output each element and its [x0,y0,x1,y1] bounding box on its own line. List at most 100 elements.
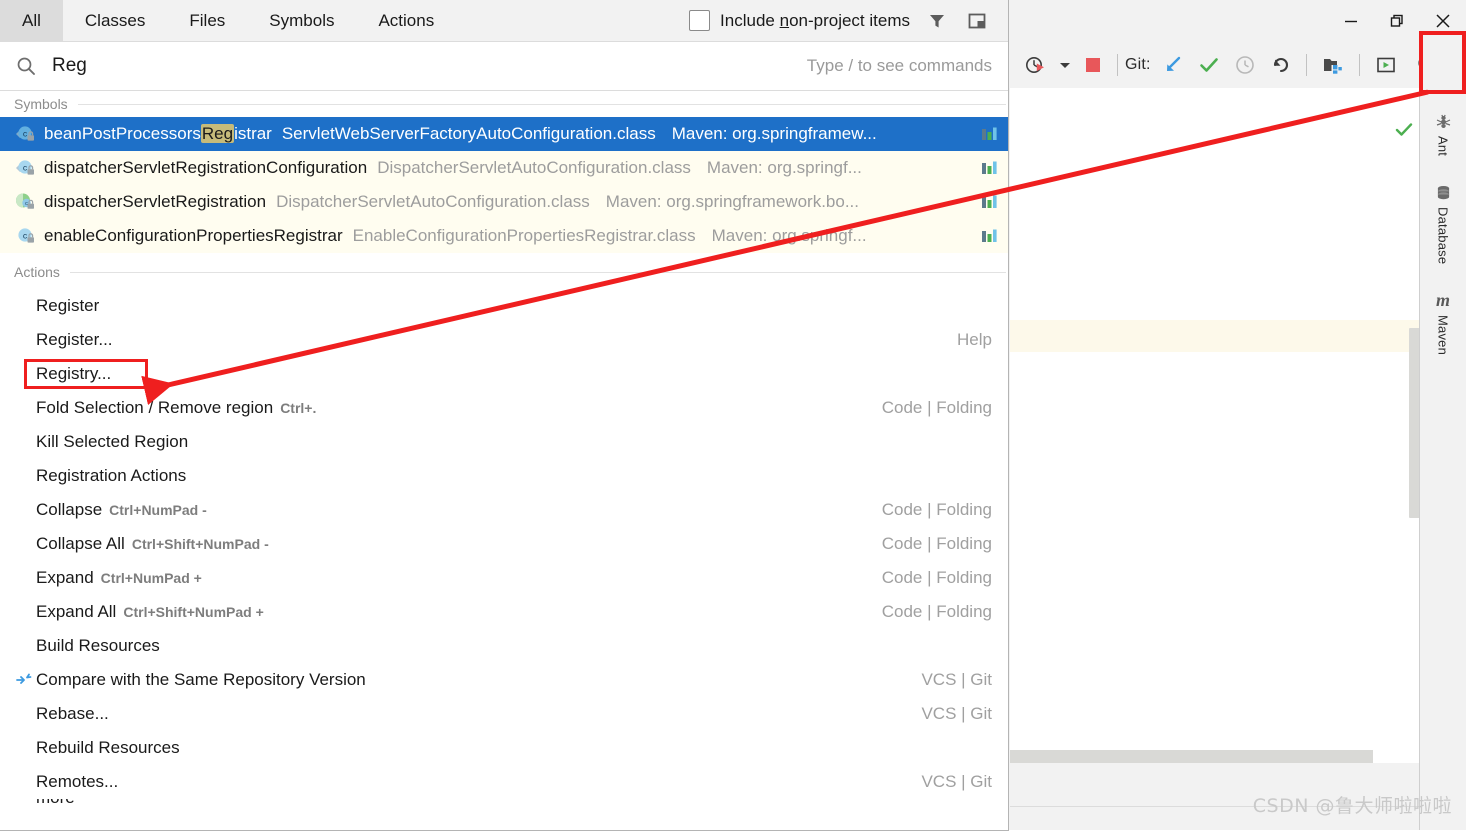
symbol-module: Maven: org.springf... [711,226,867,245]
action-label: Expand All [36,602,117,621]
toolbar-separator [1117,53,1118,76]
registry-item-highlight [24,359,148,389]
action-label: Remotes... [36,772,119,791]
ide-toolbar: Git: [1010,41,1466,89]
sidebar-item-label-database: Database [1435,207,1451,265]
list-item[interactable]: Registration Actions [0,459,1008,493]
tab-symbols[interactable]: Symbols [247,0,356,41]
list-item[interactable]: Rebase... VCS | Git [0,697,1008,731]
minimize-icon[interactable] [1328,0,1374,41]
commit-icon[interactable] [1191,41,1227,88]
tab-actions[interactable]: Actions [356,0,456,41]
action-label: Fold Selection / Remove region [36,398,274,417]
label-part-before: Include [720,10,780,30]
run-with-profiler-icon[interactable] [1018,41,1054,88]
symbol-name: enableConfigurationPropertiesRegistrar [44,226,343,245]
restore-icon[interactable] [1374,0,1420,41]
section-rule-2 [69,271,1006,273]
action-group: Help [957,330,992,349]
screen-root: Git: Ant Database m Maven CSDN @鲁大师啦啦啦 A… [0,0,1466,831]
search-commands-hint: Type / to see commands [806,56,992,75]
history-icon[interactable] [1227,41,1263,88]
method-locked-icon: c [14,191,44,213]
list-item[interactable]: c beanPostProcessorsRegistrar ServletWeb… [0,117,1008,151]
action-shortcut: Ctrl+NumPad - [109,502,207,518]
module-library-icon [980,159,1008,177]
preview-panel-icon[interactable] [964,8,990,34]
action-group: VCS | Git [921,670,992,689]
action-label: Rebase... [36,704,109,723]
action-shortcut: Ctrl+NumPad + [100,570,202,586]
search-everywhere-highlight [1419,31,1466,94]
action-label: Collapse All [36,534,125,553]
include-non-project-checkbox[interactable]: Include non-project items [689,10,910,31]
list-item[interactable]: Expand Ctrl+NumPad + Code | Folding [0,561,1008,595]
list-item[interactable]: Expand All Ctrl+Shift+NumPad + Code | Fo… [0,595,1008,629]
section-title-symbols: Symbols [14,96,68,112]
list-item-clipped[interactable]: more [0,799,1008,809]
sidebar-item-ant[interactable]: Ant [1420,103,1466,156]
section-header-symbols: Symbols [0,91,1008,117]
action-group: Code | Folding [881,500,992,519]
class-locked-icon: c [14,157,44,179]
project-structure-icon[interactable] [1314,41,1352,88]
list-item[interactable]: Collapse Ctrl+NumPad - Code | Folding [0,493,1008,527]
action-group: Code | Folding [881,534,992,553]
editor-horizontal-scrollbar[interactable] [1010,750,1373,763]
module-library-icon [980,227,1008,245]
search-everywhere-popup: All Classes Files Symbols Actions Includ… [0,0,1009,831]
sidebar-item-maven[interactable]: m Maven [1420,282,1466,356]
list-item[interactable]: c dispatcherServletRegistrationConfigura… [0,151,1008,185]
action-label: Expand [36,568,94,587]
database-icon [1435,182,1452,202]
svg-text:c: c [23,162,28,172]
symbol-file: DispatcherServletAutoConfiguration.class [377,158,691,177]
svg-text:c: c [23,230,28,240]
stop-icon[interactable] [1076,41,1110,88]
action-group: VCS | Git [921,704,992,723]
list-item[interactable]: Collapse All Ctrl+Shift+NumPad - Code | … [0,527,1008,561]
tab-classes[interactable]: Classes [63,0,167,41]
inspections-ok-icon[interactable] [1394,120,1414,145]
search-row[interactable]: Reg Type / to see commands [0,42,1008,91]
sidebar-item-database[interactable]: Database [1420,174,1466,264]
action-label: Register... [36,330,113,349]
list-item[interactable]: Register... Help [0,323,1008,357]
filter-icon[interactable] [924,8,950,34]
list-item[interactable]: Remotes... VCS | Git [0,765,1008,799]
search-input[interactable]: Reg [52,55,87,77]
action-shortcut: Ctrl+Shift+NumPad - [131,536,269,552]
sidebar-item-label-maven: Maven [1435,315,1451,356]
tab-all[interactable]: All [0,0,63,41]
action-group: Code | Folding [881,398,992,417]
run-anything-icon[interactable] [1367,41,1405,88]
list-item[interactable]: Register [0,289,1008,323]
action-shortcut: Ctrl+. [280,400,317,416]
action-label: Register [36,296,100,315]
action-label: Kill Selected Region [36,432,189,451]
update-project-icon[interactable] [1155,41,1191,88]
checkbox-box[interactable] [689,10,711,31]
action-label-clipped: more [36,799,75,807]
list-item[interactable]: Rebuild Resources [0,731,1008,765]
list-item[interactable]: c dispatcherServletRegistration Dispatch… [0,185,1008,219]
section-header-actions: Actions [0,259,1008,285]
watermark: CSDN @鲁大师啦啦啦 [1252,795,1452,817]
list-item[interactable]: Fold Selection / Remove region Ctrl+. Co… [0,391,1008,425]
list-item[interactable]: Compare with the Same Repository Version… [0,663,1008,697]
editor-area[interactable] [1010,88,1420,763]
action-group: VCS | Git [921,772,992,791]
label-part-after: on-project items [789,10,910,30]
git-label: Git: [1125,55,1151,73]
tab-files[interactable]: Files [167,0,247,41]
list-item[interactable]: c enableConfigurationPropertiesRegistrar… [0,219,1008,253]
list-item-registry[interactable]: Registry... [0,357,1008,391]
section-title-actions: Actions [14,264,60,280]
action-label: Rebuild Resources [36,738,180,757]
list-item[interactable]: Kill Selected Region [0,425,1008,459]
dropdown-arrow-icon[interactable] [1054,41,1076,88]
maven-icon: m [1435,289,1450,310]
rollback-icon[interactable] [1263,41,1299,88]
list-item[interactable]: Build Resources [0,629,1008,663]
match-highlight: Reg [200,124,235,143]
